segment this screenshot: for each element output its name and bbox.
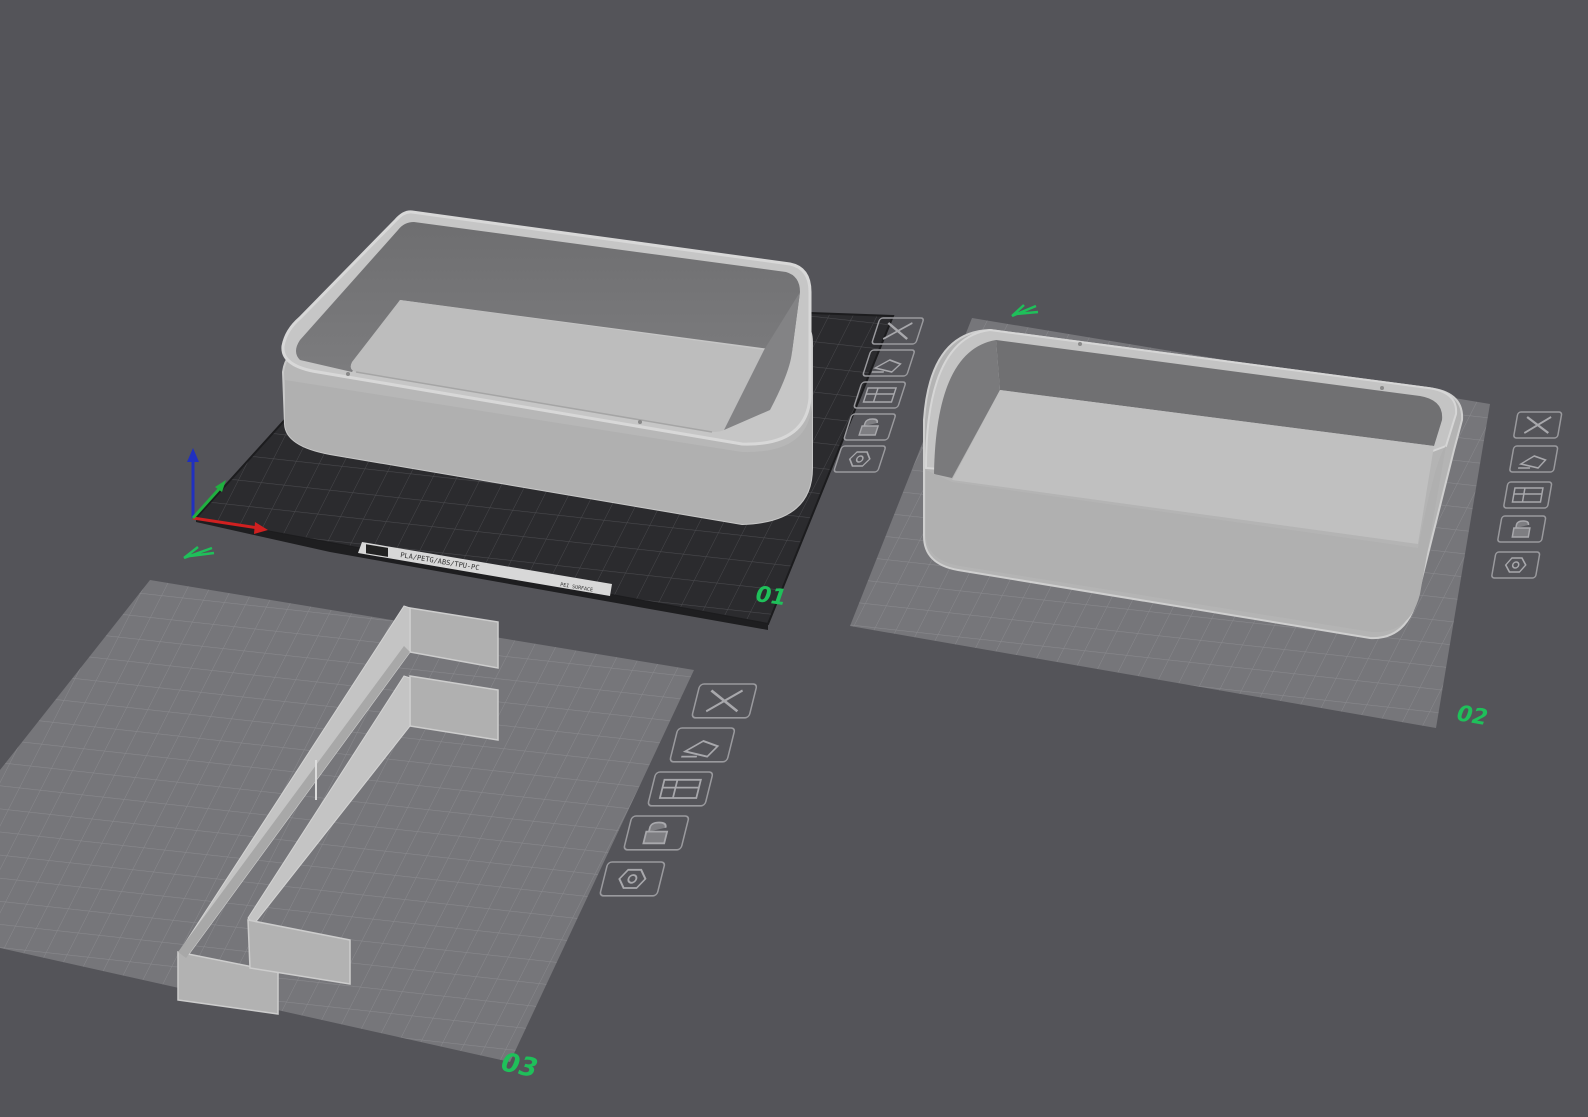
- lock-icon: [642, 821, 669, 845]
- close-icon: [705, 689, 743, 713]
- plate-03-arrange-button[interactable]: [647, 771, 714, 807]
- plate-02[interactable]: 02: [850, 304, 1563, 731]
- plate-01-home-arrow-icon: [183, 546, 215, 560]
- plate-settings-icon: [848, 451, 871, 467]
- plate-02-label: 02: [1455, 701, 1490, 731]
- auto-orient-icon: [1517, 455, 1547, 469]
- plate-settings-icon: [618, 868, 647, 889]
- arrange-icon: [1511, 487, 1544, 503]
- plate-03-close-button[interactable]: [691, 683, 758, 719]
- plate-01-lock-button[interactable]: [843, 413, 896, 441]
- plate-02-lock-button[interactable]: [1497, 515, 1547, 543]
- plate-02-auto-orient-button[interactable]: [1509, 445, 1559, 473]
- plate-02-arrange-button[interactable]: [1503, 481, 1553, 509]
- scene-canvas[interactable]: PLA/PETG/ABS/TPU-PC PEI SURFACE 01 02 03: [0, 0, 1588, 1112]
- plate-03-settings-button[interactable]: [599, 861, 666, 897]
- lock-icon: [858, 418, 880, 436]
- auto-orient-icon: [871, 359, 902, 373]
- plate-01[interactable]: PLA/PETG/ABS/TPU-PC PEI SURFACE 01: [183, 210, 924, 630]
- plate-03-bed[interactable]: [0, 580, 694, 1062]
- plate-02-close-button[interactable]: [1513, 411, 1563, 439]
- plate-03-auto-orient-button[interactable]: [669, 727, 736, 763]
- plate-02-settings-button[interactable]: [1491, 551, 1541, 579]
- plate-settings-icon: [1504, 557, 1527, 573]
- auto-orient-icon: [681, 739, 720, 758]
- close-icon: [1523, 416, 1552, 434]
- 3d-viewport[interactable]: PLA/PETG/ABS/TPU-PC PEI SURFACE 01 02 03: [0, 0, 1588, 1112]
- lock-icon: [1511, 520, 1531, 538]
- plate-02-toolbar: [1491, 411, 1563, 579]
- arrange-icon: [658, 778, 702, 799]
- plate-01-label: 01: [754, 582, 788, 611]
- plate-03-label: 03: [499, 1048, 541, 1085]
- plate-03-lock-button[interactable]: [623, 815, 690, 851]
- arrange-icon: [862, 387, 898, 403]
- plate-01-settings-button[interactable]: [833, 445, 886, 473]
- plate-02-home-arrow-icon: [1011, 304, 1039, 318]
- plate-03[interactable]: 03: [0, 580, 758, 1085]
